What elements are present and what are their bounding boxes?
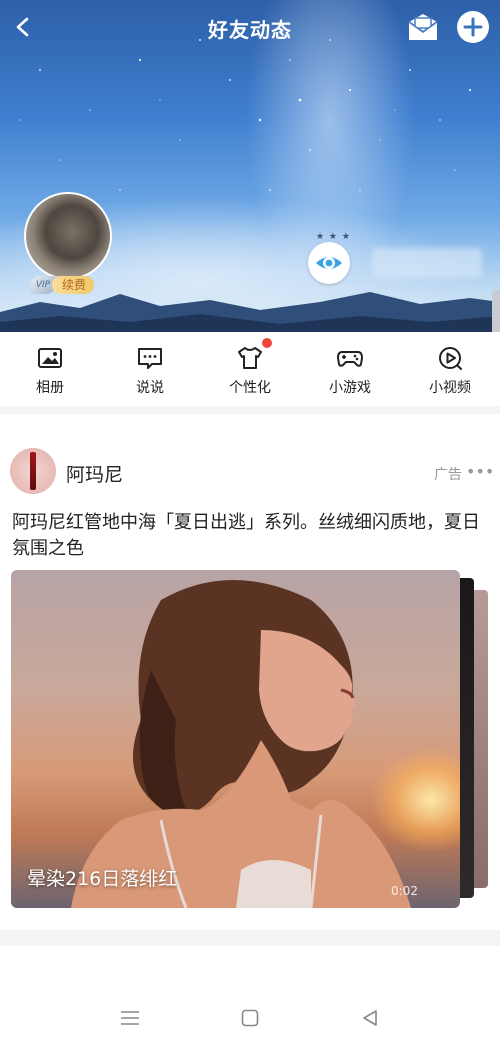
quick-menu: 相册 说说 个性化 小游戏 小视频 [0,332,500,406]
menu-item-personalize[interactable]: 个性化 [200,332,300,406]
menu-label: 小视频 [429,380,471,396]
video-caption: 晕染216日落绯红 [27,868,178,890]
notification-dot [262,338,272,348]
hamburger-icon [121,1011,139,1025]
menu-label: 小游戏 [329,380,371,396]
mail-icon [408,14,438,40]
post-text: 阿玛尼红管地中海「夏日出逃」系列。丝绒细闪质地，夏日氛围之色 [12,512,480,559]
tshirt-icon [238,347,262,369]
plus-circle-icon [457,11,489,43]
visitor-button[interactable]: ★ ★ ★ [308,232,352,284]
messages-button[interactable] [405,10,441,44]
menu-item-minigames[interactable]: 小游戏 [300,332,400,406]
menu-label: 相册 [36,380,64,396]
carousel-next-preview [474,590,488,888]
menu-item-shortvideo[interactable]: 小视频 [400,332,500,406]
menu-nav-button[interactable] [115,1004,145,1032]
visitor-eye-badge [308,242,350,284]
visitor-count-blurred [372,248,482,278]
visitor-stars: ★ ★ ★ [316,232,351,242]
section-divider [0,930,500,946]
home-square-icon [241,1009,259,1027]
more-options-button[interactable]: ••• [466,462,494,481]
author-avatar[interactable] [10,448,56,494]
eye-icon [316,257,342,269]
menu-item-shuoshuo[interactable]: 说说 [100,332,200,406]
menu-label: 说说 [136,380,164,396]
post-video-thumbnail[interactable]: 晕染216日落绯红 0:02 [11,570,460,908]
woman-portrait-image [71,580,411,908]
menu-item-album[interactable]: 相册 [0,332,100,406]
shuoshuo-icon [138,348,162,369]
home-nav-button[interactable] [235,1004,265,1032]
system-navigation-bar [0,990,500,1047]
ad-label: 广告 [434,467,462,483]
section-divider [0,406,500,414]
menu-label: 个性化 [229,380,271,396]
author-name[interactable]: 阿玛尼 [66,460,123,487]
cover-background: 好友动态 VIP 续费 ★ ★ ★ [0,0,500,332]
vip-badge[interactable]: VIP 续费 [30,274,95,296]
back-triangle-icon [363,1010,377,1026]
video-duration: 0:02 [391,884,418,898]
user-avatar[interactable] [24,192,112,280]
video-icon [439,347,462,370]
lipstick-image [30,452,36,490]
gamepad-icon [337,351,363,367]
add-post-button[interactable] [455,9,491,45]
top-bar: 好友动态 [0,0,500,56]
back-nav-button[interactable] [355,1004,385,1032]
feed-post-card: 阿玛尼 广告 ••• 阿玛尼红管地中海「夏日出逃」系列。丝绒细闪质地，夏日氛围之… [0,414,500,930]
carousel-next-preview [458,578,474,898]
vip-renew-label[interactable]: 续费 [52,276,95,294]
album-icon [38,348,62,368]
